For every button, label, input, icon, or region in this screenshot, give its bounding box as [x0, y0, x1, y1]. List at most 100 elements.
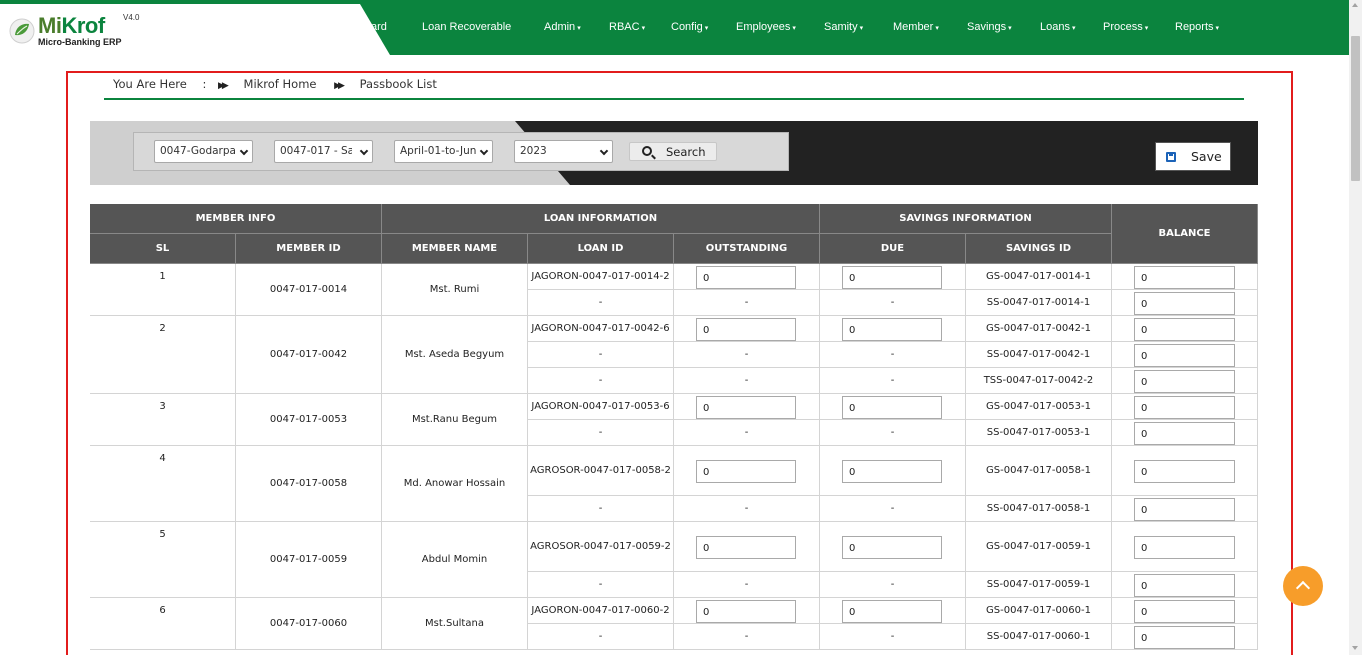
balance-input[interactable]: 0	[1134, 599, 1235, 623]
chevron-down-icon	[359, 146, 369, 156]
nav-item-loans[interactable]: Loans ▾	[1040, 21, 1076, 33]
breadcrumb-current: Passbook List	[359, 77, 437, 91]
save-button-label: Save	[1191, 149, 1222, 164]
branch-select[interactable]: 0047-Godarpara	[154, 140, 253, 163]
double-chevron-right-icon: ▶▶	[218, 81, 229, 91]
balance-input[interactable]: 0	[1134, 421, 1235, 445]
save-button[interactable]: Save	[1155, 142, 1231, 171]
scrollbar-thumb[interactable]	[1351, 36, 1360, 181]
sl-cell: 4	[90, 446, 236, 522]
scroll-down-arrow-icon[interactable]	[1352, 646, 1358, 650]
outstanding-input[interactable]: 0	[696, 459, 796, 483]
outstanding-input[interactable]: 0	[696, 599, 796, 623]
branch-select-value: 0047-Godarpara	[160, 145, 236, 157]
nav-item-config[interactable]: Config ▾	[671, 21, 708, 33]
loan-id-cell: JAGORON-0047-017-0053-6	[528, 394, 674, 420]
caret-down-icon: ▾	[1071, 25, 1076, 32]
page: ard MiKrof V4.0 Micro-Banking ERP Loan R…	[0, 0, 1362, 655]
balance-input[interactable]: 0	[1134, 395, 1235, 419]
breadcrumb-prefix: You Are Here	[113, 77, 187, 91]
header-member-info: MEMBER INFO	[90, 204, 382, 234]
due-input[interactable]: 0	[842, 535, 942, 559]
brand-name: MiKrof	[38, 13, 105, 39]
member-id-cell: 0047-017-0042	[236, 316, 382, 394]
nav-item-label: Loan Recoverable	[422, 21, 512, 33]
balance-input[interactable]: 0	[1134, 573, 1235, 597]
back-to-top-button[interactable]	[1283, 566, 1323, 606]
outstanding-input[interactable]: 0	[696, 395, 796, 419]
period-select-value: April-01-to-June	[400, 145, 476, 157]
sl-cell: 2	[90, 316, 236, 394]
outstanding-input[interactable]: 0	[696, 265, 796, 289]
due-cell: -	[820, 496, 966, 522]
nav-item-reports[interactable]: Reports ▾	[1175, 21, 1219, 33]
search-button[interactable]: Search	[629, 142, 717, 161]
nav-item-samity[interactable]: Samity ▾	[824, 21, 863, 33]
loan-id-cell: -	[528, 290, 674, 316]
nav-item-label: Employees	[736, 21, 791, 33]
scroll-up-arrow-icon[interactable]	[1352, 3, 1358, 7]
member-name-cell: Abdul Momin	[382, 522, 528, 598]
loan-id-cell: -	[528, 624, 674, 650]
loan-id-cell: AGROSOR-0047-017-0058-2	[528, 446, 674, 496]
balance-input[interactable]: 0	[1134, 317, 1235, 341]
balance-input[interactable]: 0	[1134, 459, 1235, 483]
year-select-value: 2023	[520, 145, 547, 157]
floppy-disk-icon	[1166, 152, 1176, 162]
savings-id-cell: SS-0047-017-0059-1	[966, 572, 1112, 598]
caret-down-icon: ▾	[577, 25, 581, 32]
due-input[interactable]: 0	[842, 459, 942, 483]
due-input[interactable]: 0	[842, 599, 942, 623]
samity-select[interactable]: 0047-017 - Sa	[274, 140, 373, 163]
brand-logo[interactable]: MiKrof V4.0 Micro-Banking ERP	[0, 4, 390, 55]
period-select[interactable]: April-01-to-June	[394, 140, 493, 163]
savings-id-cell: SS-0047-017-0058-1	[966, 496, 1112, 522]
loan-id-cell: -	[528, 368, 674, 394]
vertical-scrollbar[interactable]	[1349, 0, 1362, 655]
nav-item-process[interactable]: Process ▾	[1103, 21, 1148, 33]
outstanding-input[interactable]: 0	[696, 317, 796, 341]
balance-input[interactable]: 0	[1134, 535, 1235, 559]
nav-item-admin[interactable]: Admin ▾	[544, 21, 581, 33]
outstanding-cell: -	[674, 624, 820, 650]
caret-down-icon: ▾	[1215, 25, 1220, 32]
savings-id-cell: TSS-0047-017-0042-2	[966, 368, 1112, 394]
savings-id-cell: SS-0047-017-0060-1	[966, 624, 1112, 650]
due-cell: -	[820, 342, 966, 368]
nav-item-employees[interactable]: Employees ▾	[736, 21, 796, 33]
member-id-cell: 0047-017-0060	[236, 598, 382, 650]
column-header-loan-id: LOAN ID	[528, 234, 674, 264]
sl-cell: 3	[90, 394, 236, 446]
member-name-cell: Mst. Aseda Begyum	[382, 316, 528, 394]
due-input[interactable]: 0	[842, 265, 942, 289]
nav-item-loan-recoverable[interactable]: Loan Recoverable	[422, 21, 511, 33]
loan-id-cell: AGROSOR-0047-017-0059-2	[528, 522, 674, 572]
loan-id-cell: -	[528, 342, 674, 368]
balance-input[interactable]: 0	[1134, 369, 1235, 393]
brand-version: V4.0	[123, 13, 140, 22]
balance-input[interactable]: 0	[1134, 265, 1235, 289]
caret-down-icon: ▾	[935, 25, 939, 32]
due-input[interactable]: 0	[842, 395, 942, 419]
outstanding-cell: -	[674, 368, 820, 394]
loan-id-cell: -	[528, 420, 674, 446]
balance-input[interactable]: 0	[1134, 497, 1235, 521]
nav-item-savings[interactable]: Savings ▾	[967, 21, 1012, 33]
breadcrumb-home-link[interactable]: Mikrof Home	[244, 77, 317, 91]
caret-down-icon: ▾	[641, 25, 646, 32]
due-input[interactable]: 0	[842, 317, 942, 341]
savings-id-cell: SS-0047-017-0042-1	[966, 342, 1112, 368]
search-button-label: Search	[666, 145, 706, 159]
nav-item-rbac[interactable]: RBAC ▾	[609, 21, 645, 33]
balance-input[interactable]: 0	[1134, 343, 1235, 367]
top-navbar: ard MiKrof V4.0 Micro-Banking ERP Loan R…	[0, 0, 1349, 55]
balance-input[interactable]: 0	[1134, 291, 1235, 315]
savings-id-cell: GS-0047-017-0058-1	[966, 446, 1112, 496]
loan-id-cell: -	[528, 496, 674, 522]
outstanding-input[interactable]: 0	[696, 535, 796, 559]
member-id-cell: 0047-017-0014	[236, 264, 382, 316]
loan-id-cell: JAGORON-0047-017-0042-6	[528, 316, 674, 342]
year-select[interactable]: 2023	[514, 140, 613, 163]
nav-item-member[interactable]: Member ▾	[893, 21, 939, 33]
balance-input[interactable]: 0	[1134, 625, 1235, 649]
